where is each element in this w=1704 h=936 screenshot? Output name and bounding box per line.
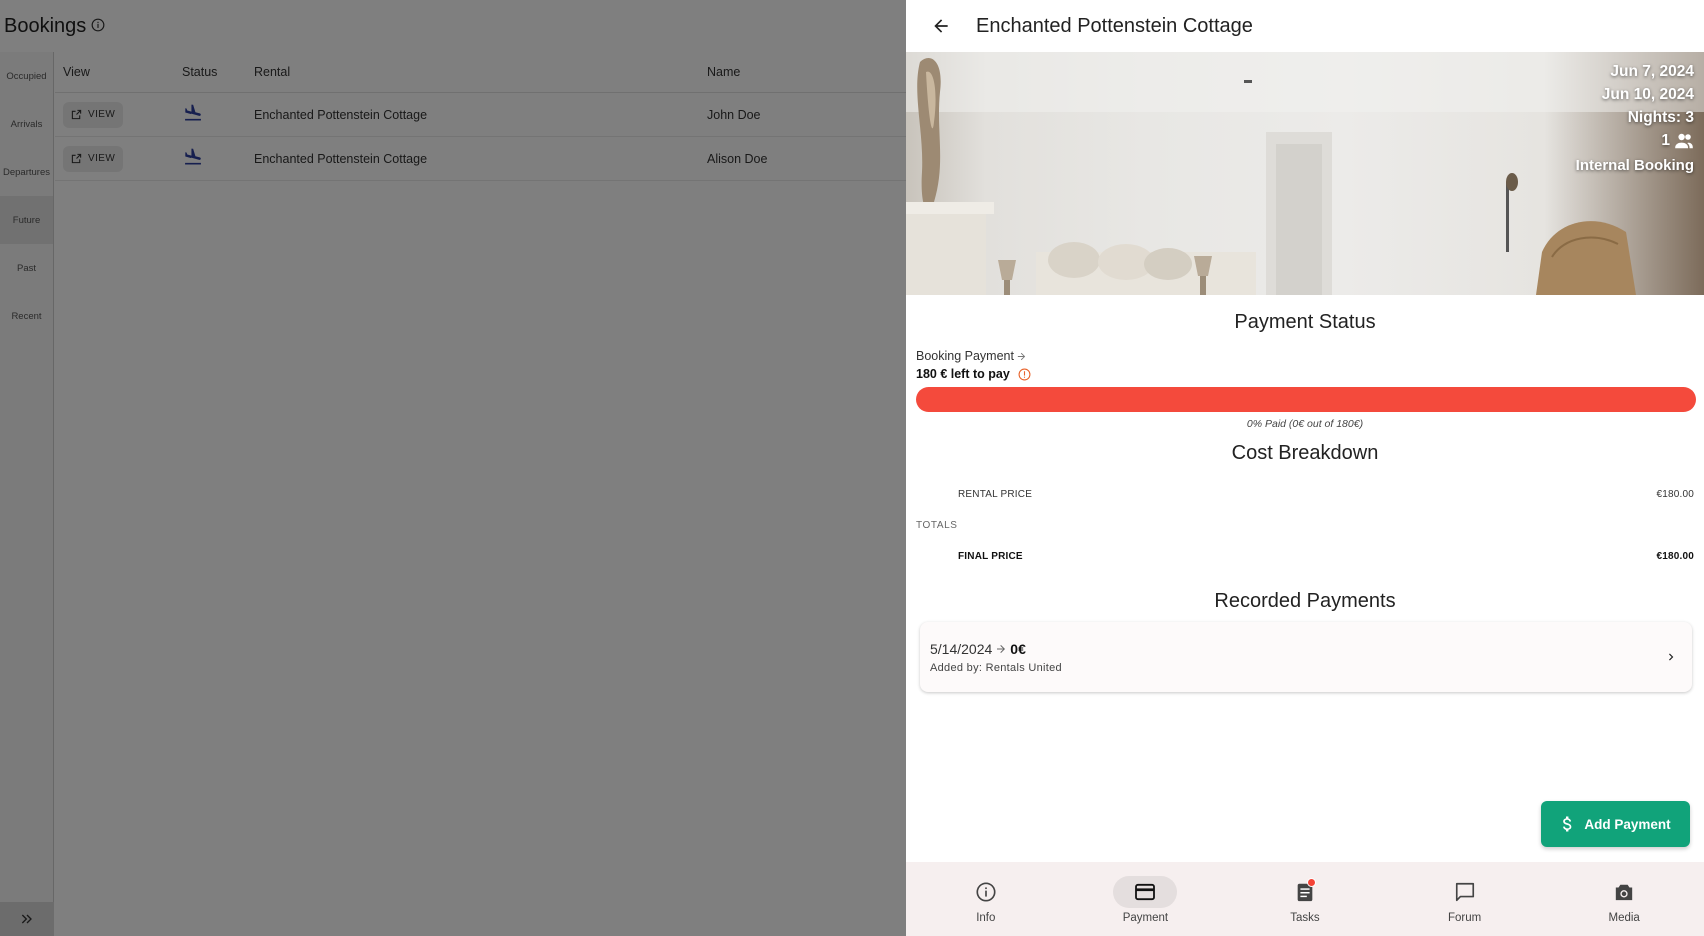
check-in-date: Jun 7, 2024 xyxy=(1610,63,1694,80)
guest-count-value: 1 xyxy=(1661,132,1670,149)
arrow-forward-icon xyxy=(997,644,1006,653)
add-payment-button[interactable]: Add Payment xyxy=(1541,801,1690,847)
payment-status-title: Payment Status xyxy=(1234,311,1376,333)
rental-price-row: RENTAL PRICE €180.00 xyxy=(906,489,1704,500)
nav-item-payment[interactable]: Payment xyxy=(1066,862,1226,936)
drawer-title: Enchanted Pottenstein Cottage xyxy=(976,14,1253,37)
dollar-icon xyxy=(1563,816,1572,832)
bottom-navigation: Info Payment Tasks Forum Media xyxy=(906,862,1704,936)
booking-payment-link[interactable]: Booking Payment xyxy=(916,349,1704,363)
payment-amount: 0€ xyxy=(1010,640,1026,657)
credit-card-icon xyxy=(1135,883,1156,901)
nights-count: Nights: 3 xyxy=(1627,109,1694,126)
recorded-payment-info: 5/14/2024 0€ Added by: Rentals United xyxy=(930,641,1062,674)
modal-scrim[interactable] xyxy=(0,0,906,936)
drawer-header: Enchanted Pottenstein Cottage xyxy=(906,0,1704,52)
cost-breakdown-title: Cost Breakdown xyxy=(1231,442,1379,464)
check-out-date: Jun 10, 2024 xyxy=(1601,86,1694,103)
payment-added-by: Added by: Rentals United xyxy=(930,661,1062,674)
payment-progress-caption: 0% Paid (0€ out of 180€) xyxy=(1246,418,1364,430)
arrow-forward-icon xyxy=(1017,352,1026,360)
nav-label-forum: Forum xyxy=(1447,912,1482,924)
booking-payment-label: Booking Payment xyxy=(916,349,1014,363)
rental-hero-image: Jun 7, 2024 Jun 10, 2024 Nights: 3 1 Int… xyxy=(906,52,1704,295)
nav-label-media: Media xyxy=(1608,912,1640,924)
left-to-pay-text: 180 € left to pay xyxy=(916,367,1010,381)
nav-label-tasks: Tasks xyxy=(1290,912,1320,924)
rental-price-value: €180.00 xyxy=(1656,489,1694,500)
nav-item-tasks[interactable]: Tasks xyxy=(1225,862,1385,936)
final-price-value: €180.00 xyxy=(1656,551,1694,562)
totals-label: TOTALS xyxy=(916,520,958,531)
nav-item-forum[interactable]: Forum xyxy=(1385,862,1545,936)
booking-type: Internal Booking xyxy=(1575,157,1694,174)
payment-date: 5/14/2024 xyxy=(930,640,993,657)
camera-icon xyxy=(1615,884,1633,901)
add-payment-label: Add Payment xyxy=(1584,816,1671,832)
nav-item-info[interactable]: Info xyxy=(906,862,1066,936)
nav-label-payment: Payment xyxy=(1122,912,1169,924)
left-to-pay: 180 € left to pay xyxy=(916,367,1704,381)
back-button[interactable] xyxy=(926,11,956,41)
payment-progress-bar xyxy=(916,387,1696,412)
chevron-right-icon[interactable] xyxy=(1664,650,1678,664)
chat-icon xyxy=(1455,882,1474,902)
booking-summary-overlay: Jun 7, 2024 Jun 10, 2024 Nights: 3 1 Int… xyxy=(1576,60,1694,174)
guest-count: 1 xyxy=(1576,129,1694,152)
rental-price-label: RENTAL PRICE xyxy=(958,489,1033,500)
booking-drawer: Enchanted Pottenstein Cottage Jun 7, 202… xyxy=(906,0,1704,936)
recorded-payment-card[interactable]: 5/14/2024 0€ Added by: Rentals United xyxy=(920,622,1692,692)
arrow-back-icon xyxy=(934,19,948,33)
warning-info-icon xyxy=(1018,368,1031,380)
tasks-badge xyxy=(1306,878,1316,887)
people-icon xyxy=(1675,133,1693,148)
nav-label-info: Info xyxy=(976,912,996,924)
info-icon xyxy=(976,882,996,902)
nav-item-media[interactable]: Media xyxy=(1544,862,1704,936)
final-price-label: FINAL PRICE xyxy=(958,551,1023,562)
final-price-row: FINAL PRICE €180.00 xyxy=(906,551,1704,562)
recorded-payments-title: Recorded Payments xyxy=(1214,590,1396,612)
